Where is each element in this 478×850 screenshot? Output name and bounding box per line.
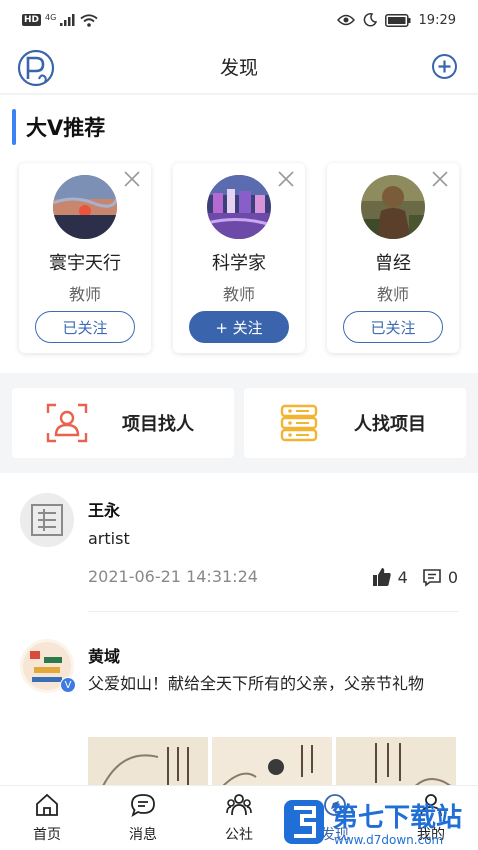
recommend-section: 大V推荐 寰宇天行 教师 已关注 科学家 教师 + 关注 曾经 教师 已关注 — [0, 95, 478, 373]
close-icon[interactable] — [277, 170, 295, 188]
nav-bar: 发现 — [0, 40, 478, 94]
wifi-icon — [80, 13, 98, 27]
watermark-url: www.d7down.com — [334, 833, 443, 847]
battery-icon — [384, 13, 411, 27]
post-image[interactable] — [88, 737, 208, 785]
eye-icon — [336, 14, 355, 26]
project-list-icon — [280, 404, 318, 442]
card-name: 曾经 — [375, 253, 411, 274]
verified-badge: V — [60, 677, 76, 693]
status-left: HD 4G — [22, 12, 98, 27]
feed-list: 王永 artist 2021-06-21 14:31:24 4 0 V 黄域 父… — [0, 473, 478, 785]
add-circle-icon[interactable] — [431, 53, 458, 80]
avatar[interactable] — [53, 175, 117, 239]
followed-button[interactable]: 已关注 — [35, 311, 135, 343]
section-accent-bar — [12, 109, 16, 145]
tab-label: 首页 — [33, 827, 61, 843]
card-role: 教师 — [68, 285, 101, 304]
hd-indicator: HD — [22, 14, 42, 26]
post-image[interactable] — [336, 737, 456, 785]
signal-icon — [60, 14, 75, 26]
section-title: 大V推荐 — [26, 116, 106, 140]
action-section: 项目找人 人找项目 — [0, 373, 478, 473]
community-icon — [226, 794, 252, 816]
post-stats: 4 0 — [372, 567, 458, 587]
clock: 19:29 — [418, 12, 456, 28]
avatar[interactable] — [20, 493, 74, 547]
tab-label: 消息 — [129, 827, 157, 843]
card-name: 寰宇天行 — [49, 253, 121, 274]
chat-bubble-icon — [131, 794, 155, 817]
post-image[interactable] — [212, 737, 332, 785]
person-scan-icon — [46, 403, 88, 443]
follow-button[interactable]: + 关注 — [189, 311, 289, 343]
feed-post[interactable]: 王永 artist 2021-06-21 14:31:24 4 0 — [0, 473, 478, 613]
recommend-card[interactable]: 科学家 教师 + 关注 — [173, 163, 305, 353]
like-count: 4 — [397, 567, 408, 587]
tab-messages[interactable]: 消息 — [108, 792, 178, 846]
avatar[interactable] — [207, 175, 271, 239]
avatar[interactable] — [361, 175, 425, 239]
app-logo-icon[interactable] — [16, 49, 56, 87]
post-text: 父爱如山！献给全天下所有的父亲，父亲节礼物 — [88, 674, 425, 693]
card-role: 教师 — [376, 285, 409, 304]
close-icon[interactable] — [431, 170, 449, 188]
watermark-brand: 第七下载站 — [332, 802, 462, 833]
home-icon — [36, 793, 58, 816]
find-people-button[interactable]: 项目找人 — [12, 388, 234, 458]
watermark-logo: 第七下载站 www.d7down.com — [284, 800, 462, 847]
tab-home[interactable]: 首页 — [12, 792, 82, 846]
status-bar: HD 4G 19:29 — [0, 0, 478, 40]
card-name: 科学家 — [212, 253, 266, 274]
close-icon[interactable] — [123, 170, 141, 188]
status-right: 19:29 — [336, 12, 456, 28]
post-author[interactable]: 黄域 — [88, 643, 120, 667]
card-role: 教师 — [222, 285, 255, 304]
section-header: 大V推荐 — [12, 109, 105, 145]
post-text: artist — [88, 529, 130, 548]
post-divider — [88, 611, 458, 612]
find-people-label: 项目找人 — [122, 414, 194, 435]
find-project-button[interactable]: 人找项目 — [244, 388, 466, 458]
recommend-card[interactable]: 曾经 教师 已关注 — [327, 163, 459, 353]
followed-button[interactable]: 已关注 — [343, 311, 443, 343]
comment-icon[interactable] — [422, 567, 442, 587]
feed-post[interactable]: V 黄域 父爱如山！献给全天下所有的父亲，父亲节礼物 — [0, 613, 478, 785]
tab-community[interactable]: 公社 — [204, 792, 274, 846]
post-author[interactable]: 王永 — [88, 497, 120, 521]
tab-label: 公社 — [225, 827, 253, 843]
moon-icon — [363, 13, 377, 27]
thumbs-up-icon[interactable] — [372, 567, 392, 587]
post-time: 2021-06-21 14:31:24 — [88, 567, 258, 586]
page-title: 发现 — [219, 57, 258, 79]
comment-count: 0 — [447, 567, 458, 587]
find-project-label: 人找项目 — [354, 414, 426, 435]
network-type: 4G — [45, 12, 57, 22]
recommend-card[interactable]: 寰宇天行 教师 已关注 — [19, 163, 151, 353]
